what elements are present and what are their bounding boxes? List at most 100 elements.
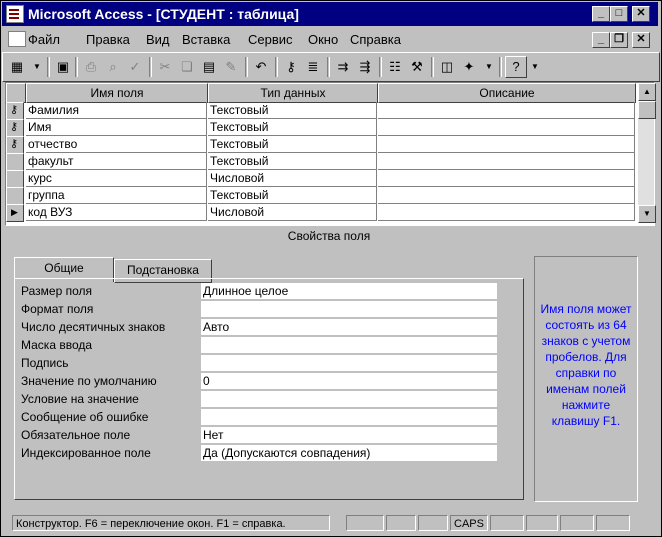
doc-restore-button[interactable]: ❐ xyxy=(610,32,628,48)
data-type-cell[interactable]: Числовой xyxy=(208,204,377,221)
field-name-cell[interactable]: Имя xyxy=(26,119,207,136)
menu-insert[interactable]: Вставка xyxy=(182,32,230,47)
property-value-field[interactable] xyxy=(201,301,497,317)
header-description: Описание xyxy=(378,83,636,103)
undo-icon[interactable]: ↶ xyxy=(251,57,271,77)
property-label: Подпись xyxy=(21,356,69,370)
menu-help[interactable]: Справка xyxy=(350,32,401,47)
property-value-field[interactable]: Авто xyxy=(201,319,497,335)
print-preview-icon[interactable]: ⌕ xyxy=(103,57,123,77)
help-icon[interactable]: ? xyxy=(505,56,527,78)
indexes-icon[interactable]: ≣ xyxy=(303,57,323,77)
help-dropdown-icon[interactable]: ▼ xyxy=(525,57,545,77)
toolbar-separator xyxy=(47,57,50,77)
property-label: Сообщение об ошибке xyxy=(21,410,149,424)
field-name-cell[interactable]: группа xyxy=(26,187,207,204)
primary-key-icon[interactable]: ⚷ xyxy=(281,57,301,77)
property-value-field[interactable] xyxy=(201,409,497,425)
property-label: Индексированное поле xyxy=(21,446,151,460)
minimize-button[interactable]: _ xyxy=(592,6,610,22)
row-selector[interactable]: ⚷ xyxy=(6,102,24,120)
description-cell[interactable] xyxy=(378,187,635,204)
description-cell[interactable] xyxy=(378,119,635,136)
grid-scrollbar[interactable]: ▲ ▼ xyxy=(638,83,656,223)
view-dropdown-icon[interactable]: ▼ xyxy=(27,57,47,77)
description-cell[interactable] xyxy=(378,102,635,119)
menu-view[interactable]: Вид xyxy=(146,32,170,47)
print-icon[interactable]: ⎙ xyxy=(81,57,101,77)
paste-icon[interactable]: ▤ xyxy=(199,57,219,77)
insert-rows-icon[interactable]: ⇉ xyxy=(333,57,353,77)
properties-icon[interactable]: ☷ xyxy=(385,57,405,77)
new-object-icon[interactable]: ✦ xyxy=(459,57,479,77)
data-type-cell[interactable]: Текстовый xyxy=(208,119,377,136)
build-icon[interactable]: ⚒ xyxy=(407,57,427,77)
scroll-up-icon[interactable]: ▲ xyxy=(638,83,656,101)
spelling-icon[interactable]: ✓ xyxy=(125,57,145,77)
field-name-cell[interactable]: отчество xyxy=(26,136,207,153)
row-selector[interactable] xyxy=(6,153,24,171)
data-type-cell[interactable]: Текстовый xyxy=(208,187,377,204)
doc-close-button[interactable]: ✕ xyxy=(632,32,650,48)
scroll-thumb[interactable] xyxy=(638,101,656,119)
property-value-field[interactable]: Длинное целое xyxy=(201,283,497,299)
app-icon[interactable] xyxy=(6,5,24,23)
field-name-cell[interactable]: курс xyxy=(26,170,207,187)
new-object-dropdown-icon[interactable]: ▼ xyxy=(479,57,499,77)
row-selector[interactable] xyxy=(6,170,24,188)
property-label: Размер поля xyxy=(21,284,92,298)
field-name-cell[interactable]: факульт xyxy=(26,153,207,170)
save-icon[interactable]: ▣ xyxy=(53,57,73,77)
property-value-field[interactable]: 0 xyxy=(201,373,497,389)
doc-minimize-button[interactable]: _ xyxy=(592,32,610,48)
document-icon[interactable] xyxy=(8,31,26,47)
help-hint-box: Имя поля может состоять из 64 знаков с у… xyxy=(534,256,638,502)
cut-icon[interactable]: ✂ xyxy=(155,57,175,77)
copy-icon[interactable]: ❏ xyxy=(177,57,197,77)
status-pane xyxy=(346,515,384,531)
field-name-cell[interactable]: код ВУЗ xyxy=(26,204,207,221)
menu-edit[interactable]: Правка xyxy=(86,32,130,47)
property-value-field[interactable]: Нет xyxy=(201,427,497,443)
database-window-icon[interactable]: ◫ xyxy=(437,57,457,77)
toolbar-separator xyxy=(379,57,382,77)
title-bar[interactable]: Microsoft Access - [СТУДЕНТ : таблица] _… xyxy=(2,2,658,26)
row-selector[interactable]: ⚷ xyxy=(6,136,24,154)
property-value-field[interactable] xyxy=(201,337,497,353)
menu-bar: Файл Правка Вид Вставка Сервис Окно Спра… xyxy=(2,28,658,50)
format-painter-icon[interactable]: ✎ xyxy=(221,57,241,77)
data-type-cell[interactable]: Текстовый xyxy=(208,102,377,119)
property-label: Маска ввода xyxy=(21,338,93,352)
field-properties-title: Свойства поля xyxy=(287,229,371,243)
row-selector[interactable]: ▶ xyxy=(6,204,24,222)
data-type-cell[interactable]: Числовой xyxy=(208,170,377,187)
row-selector[interactable] xyxy=(6,187,24,205)
close-button[interactable]: ✕ xyxy=(632,6,650,22)
toolbar-separator xyxy=(149,57,152,77)
status-pane xyxy=(526,515,558,531)
scroll-down-icon[interactable]: ▼ xyxy=(638,205,656,223)
description-cell[interactable] xyxy=(378,170,635,187)
menu-file[interactable]: Файл xyxy=(28,32,60,47)
description-cell[interactable] xyxy=(378,136,635,153)
description-cell[interactable] xyxy=(378,153,635,170)
property-value-field[interactable] xyxy=(201,391,497,407)
menu-tools[interactable]: Сервис xyxy=(248,32,293,47)
view-icon[interactable]: ▦ xyxy=(7,57,27,77)
toolbar-separator xyxy=(327,57,330,77)
menu-window[interactable]: Окно xyxy=(308,32,338,47)
field-name-cell[interactable]: Фамилия xyxy=(26,102,207,119)
maximize-button[interactable]: □ xyxy=(610,6,628,22)
description-cell[interactable] xyxy=(378,204,635,221)
data-type-cell[interactable]: Текстовый xyxy=(208,136,377,153)
row-selector[interactable]: ⚷ xyxy=(6,119,24,137)
property-value-field[interactable]: Да (Допускаются совпадения) xyxy=(201,445,497,461)
toolbar-separator xyxy=(75,57,78,77)
property-label: Обязательное поле xyxy=(21,428,131,442)
header-field-name: Имя поля xyxy=(26,83,208,103)
status-pane xyxy=(560,515,594,531)
property-label: Формат поля xyxy=(21,302,94,316)
property-value-field[interactable] xyxy=(201,355,497,371)
data-type-cell[interactable]: Текстовый xyxy=(208,153,377,170)
delete-rows-icon[interactable]: ⇶ xyxy=(355,57,375,77)
